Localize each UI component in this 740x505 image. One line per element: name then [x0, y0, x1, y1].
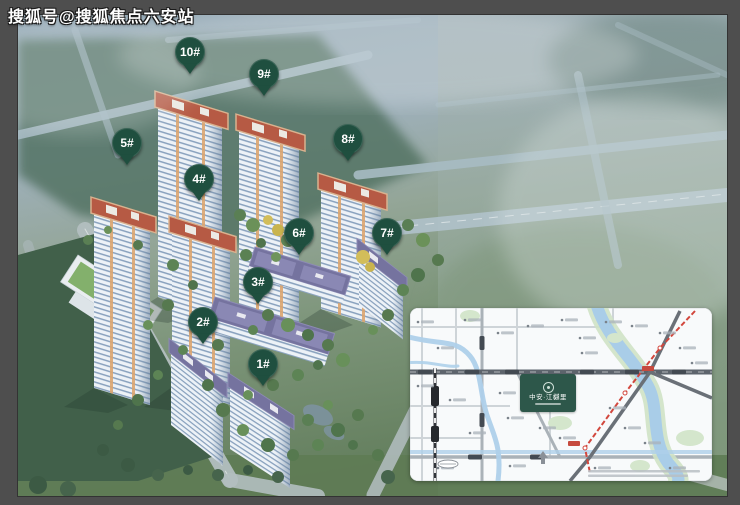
pin-label: 10# [180, 45, 200, 59]
pin-label: 2# [196, 315, 209, 329]
building-pin-1: 1# [248, 349, 278, 379]
pin-label: 4# [192, 172, 205, 186]
building-pin-9: 9# [249, 59, 279, 89]
project-logo-icon [543, 382, 554, 393]
tower-5 [91, 197, 156, 407]
watermark: 搜狐号@搜狐焦点六安站 [8, 3, 195, 27]
building-pin-8: 8# [333, 124, 363, 154]
building-pin-6: 6# [284, 218, 314, 248]
pin-label: 7# [380, 226, 393, 240]
pin-label: 1# [256, 357, 269, 371]
project-logo-block: 中安·江樾里 [520, 374, 576, 412]
pin-label: 3# [251, 275, 264, 289]
building-pin-2: 2# [188, 307, 218, 337]
train-icon [438, 460, 458, 468]
location-map-inset: 中安·江樾里 [410, 308, 712, 481]
pin-label: 6# [292, 226, 305, 240]
building-pin-3: 3# [243, 267, 273, 297]
pin-label: 9# [257, 67, 270, 81]
project-name: 中安·江樾里 [529, 394, 567, 401]
building-pin-4: 4# [184, 164, 214, 194]
pin-label: 8# [341, 132, 354, 146]
building-pin-10: 10# [175, 37, 205, 67]
building-pin-7: 7# [372, 218, 402, 248]
building-pin-5: 5# [112, 128, 142, 158]
pin-label: 5# [120, 136, 133, 150]
aerial-photo: 中安·江樾里 10# 9# 8# 5# 4# 6# 7# 3# 2# 1# [18, 15, 727, 496]
project-name-latin-line [535, 403, 561, 405]
